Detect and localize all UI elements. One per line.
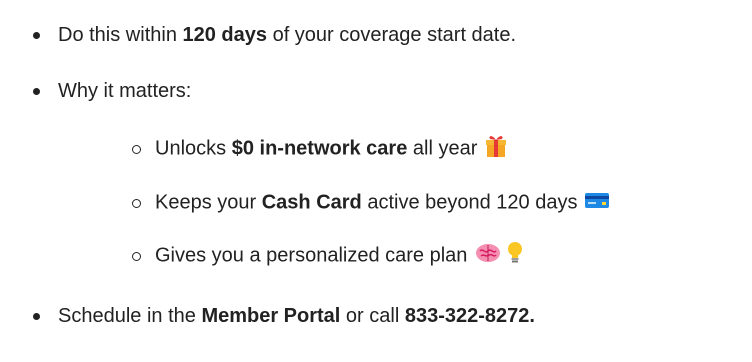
sub-list-item-text: Unlocks $0 in-network care all year bbox=[155, 134, 507, 164]
lightbulb-icon bbox=[507, 241, 523, 271]
brain-icon bbox=[475, 242, 501, 270]
member-portal-text: Member Portal bbox=[201, 304, 341, 327]
sub-list-item: Unlocks $0 in-network care all year bbox=[0, 134, 752, 164]
list-item-text: Why it matters: bbox=[58, 79, 192, 102]
sub-list-item-text: Keeps your Cash Card active beyond 120 d… bbox=[155, 191, 610, 215]
list-item-text: Schedule in the Member Portal or call 83… bbox=[58, 304, 535, 327]
bullet-dot bbox=[33, 313, 40, 320]
bullet-circle bbox=[132, 145, 141, 154]
credit-card-icon bbox=[585, 191, 610, 215]
phone-number: 833-322-8272. bbox=[404, 304, 535, 327]
sub-list-item: Keeps your Cash Card active beyond 120 d… bbox=[0, 188, 752, 218]
sub-list-item-text: Gives you a personalized care plan bbox=[155, 241, 523, 271]
bullet-dot bbox=[33, 88, 40, 95]
bullet-circle bbox=[132, 199, 141, 208]
gift-icon bbox=[485, 134, 507, 164]
bullet-dot bbox=[33, 32, 40, 39]
sub-list-item: Gives you a personalized care plan bbox=[0, 241, 752, 271]
list-item-text: Do this within 120 days of your coverage… bbox=[58, 23, 517, 46]
document-body: Do this within 120 days of your coverage… bbox=[0, 0, 752, 362]
bullet-circle bbox=[132, 252, 141, 261]
